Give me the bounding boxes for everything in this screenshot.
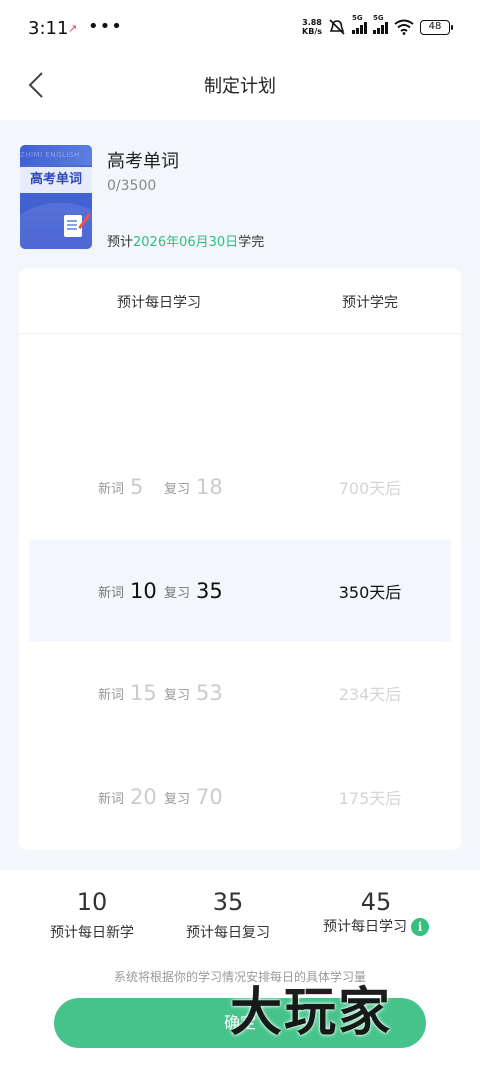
network-speed: 3.88 KB/s (302, 18, 322, 36)
finish-days: 234天后 (338, 685, 402, 704)
book-cover: ZHIMI ENGLISH 高考单词 (20, 145, 92, 249)
signal-sim2-icon: 5G (373, 14, 388, 34)
plan-picker[interactable]: 预计每日学习 预计学完 新词 5 复习 18 700天后 新词 10 复习 35 350… (19, 268, 461, 850)
status-bar: 3:11 ↗ ••• 3.88 KB/s 5G 5G 48 (0, 0, 480, 58)
mute-icon (329, 19, 345, 35)
eta-date: 2026年06月30日 (133, 235, 239, 250)
book-eta: 预计2026年06月30日学完 (107, 235, 265, 250)
notebook-pen-icon (64, 215, 82, 237)
header-finish: 预计学完 (342, 295, 398, 311)
finish-days: 350天后 (338, 583, 402, 602)
finish-days: 700天后 (338, 479, 402, 498)
review-count: 53 (196, 681, 223, 705)
signal-sim1-icon: 5G (352, 14, 367, 34)
cover-brand: ZHIMI ENGLISH (20, 145, 92, 165)
new-count: 15 (130, 681, 157, 705)
review-count: 70 (196, 785, 223, 809)
new-count: 20 (130, 785, 157, 809)
picker-option[interactable]: 新词 15 复习 53 234天后 (29, 642, 451, 744)
stat-total: 45 预计每日学习 i (296, 888, 456, 936)
picker-option[interactable]: 新词 5 复习 18 700天后 (29, 436, 451, 538)
wifi-icon (394, 19, 414, 35)
notification-icon: ↗ (68, 22, 78, 35)
battery-icon: 48 (420, 19, 453, 35)
nav-bar: 制定计划 (0, 58, 480, 120)
picker-header: 预计每日学习 预计学完 (19, 268, 461, 334)
watermark: 大玩家 (230, 983, 393, 1043)
status-time: 3:11 (28, 18, 69, 39)
cover-title: 高考单词 (20, 167, 92, 193)
book-progress: 0/3500 (107, 178, 157, 194)
new-count: 10 (130, 579, 157, 603)
book-name: 高考单词 (107, 151, 179, 172)
page-title: 制定计划 (204, 76, 276, 97)
more-notifications-icon: ••• (88, 16, 123, 37)
info-icon[interactable]: i (411, 917, 429, 936)
book-info: ZHIMI ENGLISH 高考单词 高考单词 0/3500 预计2026年06… (20, 145, 460, 255)
picker-option-selected[interactable]: 新词 10 复习 35 350天后 (29, 540, 451, 642)
review-count: 35 (196, 579, 223, 603)
status-indicators: 3.88 KB/s 5G 5G 48 (302, 14, 453, 36)
finish-days: 175天后 (338, 789, 402, 808)
review-count: 18 (196, 475, 223, 499)
header-daily: 预计每日学习 (117, 295, 201, 311)
stat-review: 35 预计每日复习 (186, 888, 270, 941)
daily-summary: 10 预计每日新学 35 预计每日复习 45 预计每日学习 i (0, 870, 480, 960)
new-count: 5 (130, 475, 144, 499)
picker-option[interactable]: 新词 20 复习 70 175天后 (29, 746, 451, 848)
